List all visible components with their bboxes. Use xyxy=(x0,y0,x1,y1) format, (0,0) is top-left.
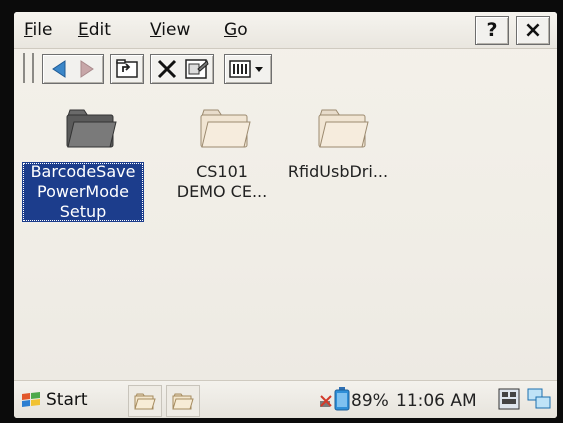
folder-dark-icon xyxy=(64,106,118,154)
back-icon[interactable] xyxy=(47,57,71,81)
file-label: CS101 DEMO CE... xyxy=(176,162,268,201)
file-label: BarcodeSave PowerMode Setup xyxy=(22,162,144,222)
folder-icon xyxy=(172,392,194,414)
help-button[interactable]: ? xyxy=(475,16,509,45)
up-folder-button[interactable] xyxy=(110,54,144,84)
menu-bar: File Edit View Go ? × xyxy=(14,12,557,49)
menu-view[interactable]: View xyxy=(150,20,190,40)
desktop-switch-icon[interactable] xyxy=(526,387,552,415)
menu-edit[interactable]: Edit xyxy=(78,20,111,40)
menu-file[interactable]: File xyxy=(24,20,52,40)
file-item[interactable]: CS101 DEMO CE... xyxy=(162,100,282,220)
file-label: RfidUsbDri... xyxy=(287,162,389,181)
file-item[interactable]: RfidUsbDri... xyxy=(276,100,396,200)
file-item[interactable]: BarcodeSave PowerMode Setup xyxy=(14,100,154,240)
properties-icon[interactable] xyxy=(184,57,210,85)
delete-icon[interactable] xyxy=(155,57,179,85)
taskbar-window-button[interactable] xyxy=(128,385,162,417)
view-menu-icon xyxy=(229,59,269,83)
close-button[interactable]: × xyxy=(516,16,550,45)
battery-icon[interactable] xyxy=(334,387,350,415)
battery-percentage: 89% xyxy=(351,391,389,411)
toolbar xyxy=(14,49,557,89)
network-status-icon[interactable] xyxy=(318,393,334,413)
taskbar-window-button[interactable] xyxy=(166,385,200,417)
forward-icon[interactable] xyxy=(75,57,99,81)
up-folder-icon xyxy=(115,58,139,84)
device-screen: File Edit View Go ? × BarcodeSave PowerM… xyxy=(14,12,557,418)
start-button[interactable]: Start xyxy=(18,385,114,415)
windows-flag-icon xyxy=(20,390,42,418)
input-panel-icon[interactable] xyxy=(497,387,521,415)
edit-buttons-group xyxy=(150,54,214,84)
clock[interactable]: 11:06 AM xyxy=(396,391,477,411)
toolbar-grip[interactable] xyxy=(23,53,34,83)
view-menu-button[interactable] xyxy=(224,54,272,84)
folder-icon xyxy=(134,392,156,414)
start-label: Start xyxy=(46,390,88,410)
folder-icon xyxy=(198,106,252,154)
taskbar: Start 89% 11:06 AM xyxy=(14,380,557,418)
menu-go[interactable]: Go xyxy=(224,20,248,40)
folder-icon xyxy=(316,106,370,154)
back-forward-group xyxy=(42,54,104,84)
